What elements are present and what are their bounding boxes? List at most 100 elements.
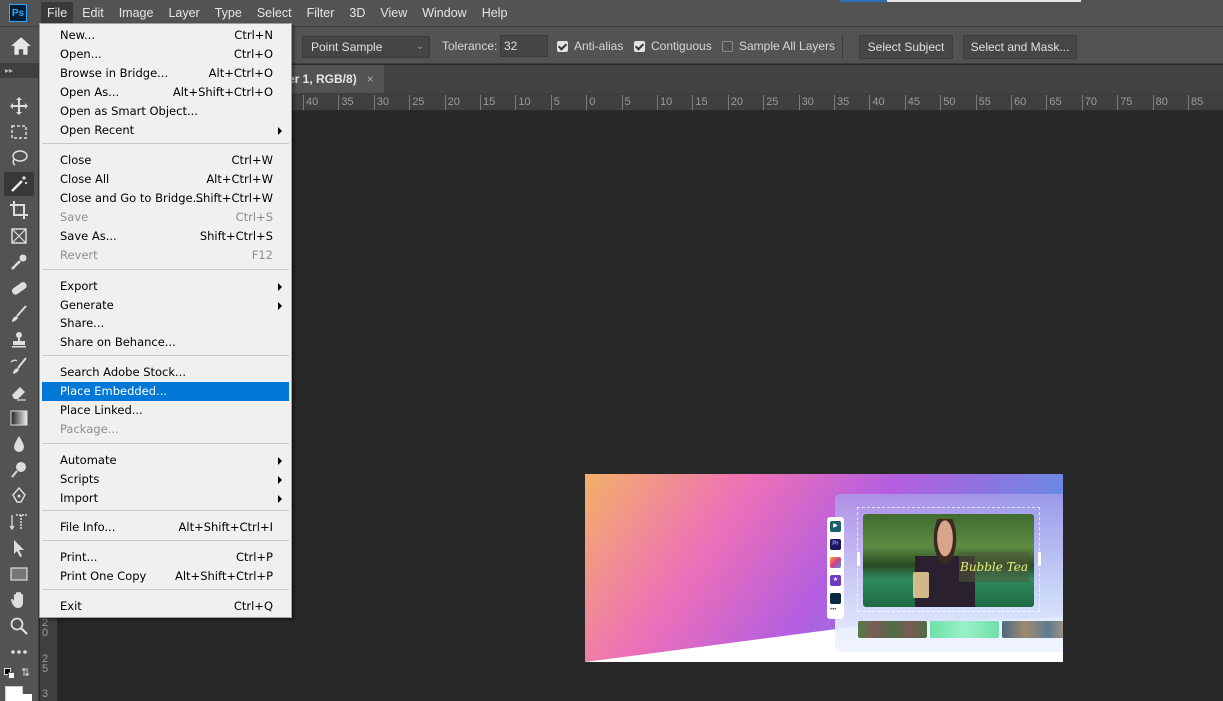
menu-item-open-as[interactable]: Open As... Alt+Shift+Ctrl+O — [42, 83, 289, 102]
default-colors-icon[interactable] — [4, 668, 16, 680]
menu-item-label: Export — [60, 279, 98, 293]
menu-item-scripts[interactable]: Scripts — [42, 470, 289, 489]
path-selection-tool[interactable] — [4, 536, 34, 560]
rectangle-tool[interactable] — [4, 562, 34, 586]
menu-filter[interactable]: Filter — [301, 2, 341, 24]
menu-item-shortcut: Alt+Shift+Ctrl+I — [178, 520, 273, 534]
menu-image[interactable]: Image — [113, 2, 160, 24]
ruler-tick-label: 15 — [692, 95, 708, 110]
eraser-tool[interactable] — [4, 380, 34, 404]
document-tab[interactable]: er 1, RGB/8) × — [288, 65, 384, 93]
menu-item-label: Save — [60, 210, 89, 224]
blur-tool[interactable] — [4, 432, 34, 456]
contiguous-checkbox[interactable] — [634, 41, 645, 52]
zoom-tool[interactable] — [4, 614, 34, 638]
anti-alias-checkbox[interactable] — [557, 41, 568, 52]
submenu-arrow-icon — [278, 495, 282, 503]
menu-item-open-as-smart-object[interactable]: Open as Smart Object... — [42, 102, 289, 121]
menu-separator — [42, 269, 289, 270]
tolerance-input[interactable]: 32 — [500, 35, 548, 57]
sample-size-select[interactable]: Point Sample ⌄ — [302, 36, 430, 58]
menu-item-shortcut: Ctrl+W — [231, 153, 273, 167]
menu-select[interactable]: Select — [251, 2, 298, 24]
expand-panel-icon[interactable]: ▸▸ — [0, 64, 38, 78]
crop-tool[interactable] — [4, 198, 34, 222]
submenu-arrow-icon — [278, 127, 282, 135]
menu-item-print-one-copy[interactable]: Print One Copy Alt+Shift+Ctrl+P — [42, 567, 289, 586]
menu-item-close-all[interactable]: Close All Alt+Ctrl+W — [42, 170, 289, 189]
menu-item-shortcut: Ctrl+P — [235, 550, 273, 564]
menu-item-browse-in-bridge[interactable]: Browse in Bridge... Alt+Ctrl+O — [42, 64, 289, 83]
more-tools[interactable] — [4, 640, 34, 664]
menu-item-generate[interactable]: Generate — [42, 296, 289, 315]
marquee-tool[interactable] — [4, 120, 34, 144]
menu-3d[interactable]: 3D — [343, 2, 371, 24]
frame-tool[interactable] — [4, 224, 34, 248]
menu-item-label: Close and Go to Bridge... — [60, 191, 204, 205]
type-tool[interactable] — [4, 510, 34, 534]
menu-item-new[interactable]: New... Ctrl+N — [42, 26, 289, 45]
swap-colors-icon[interactable]: ⇅ — [21, 666, 30, 679]
menu-item-open[interactable]: Open... Ctrl+O — [42, 45, 289, 64]
menu-item-file-info[interactable]: File Info... Alt+Shift+Ctrl+I — [42, 518, 289, 537]
zoom-magnifier-icon — [10, 617, 28, 635]
chevron-down-icon: ⌄ — [415, 41, 424, 52]
menu-item-place-embedded[interactable]: Place Embedded... — [42, 382, 289, 401]
menu-view[interactable]: View — [374, 2, 413, 24]
brush-tool[interactable] — [4, 302, 34, 326]
close-tab-icon[interactable]: × — [367, 65, 374, 93]
menu-item-close[interactable]: Close Ctrl+W — [42, 151, 289, 170]
vruler-label: 20 — [42, 617, 49, 639]
menu-item-exit[interactable]: Exit Ctrl+Q — [42, 597, 289, 616]
vruler-label: 3 — [42, 688, 49, 700]
photoshop-window: Ps File Edit Image Layer Type Select Fil… — [0, 0, 1223, 701]
move-tool[interactable] — [4, 94, 34, 118]
eyedropper-tool[interactable] — [4, 250, 34, 274]
submenu-arrow-icon — [278, 302, 282, 310]
menu-item-export[interactable]: Export — [42, 277, 289, 296]
menu-item-import[interactable]: Import — [42, 489, 289, 508]
ruler-tick-label: 65 — [1046, 95, 1062, 110]
artwork-timeline-audio — [930, 621, 999, 638]
select-subject-button[interactable]: Select Subject — [859, 35, 953, 59]
vruler-label: 25 — [42, 653, 49, 675]
menu-item-close-and-go-to-bridge[interactable]: Close and Go to Bridge... Shift+Ctrl+W — [42, 189, 289, 208]
menu-file[interactable]: File — [41, 2, 74, 24]
menu-item-share-on-behance[interactable]: Share on Behance... — [42, 333, 289, 352]
menu-item-label: New... — [60, 28, 95, 42]
artwork-timeline-clip — [858, 621, 927, 638]
menu-type[interactable]: Type — [209, 2, 248, 24]
gradient-tool[interactable] — [4, 406, 34, 430]
background-color-swatch[interactable] — [18, 694, 32, 701]
lasso-tool[interactable] — [4, 146, 34, 170]
menu-item-save-as[interactable]: Save As... Shift+Ctrl+S — [42, 227, 289, 246]
file-menu-dropdown: New... Ctrl+N Open... Ctrl+O Browse in Bridg… — [39, 23, 292, 618]
healing-brush-tool[interactable] — [4, 276, 34, 300]
menu-layer[interactable]: Layer — [162, 2, 205, 24]
menu-item-automate[interactable]: Automate — [42, 451, 289, 470]
dodge-tool[interactable] — [4, 458, 34, 482]
magic-wand-icon — [11, 176, 27, 192]
menu-window[interactable]: Window — [416, 2, 472, 24]
pen-tool[interactable] — [4, 484, 34, 508]
menu-item-print[interactable]: Print... Ctrl+P — [42, 548, 289, 567]
menu-item-place-linked[interactable]: Place Linked... — [42, 401, 289, 420]
menu-edit[interactable]: Edit — [76, 2, 110, 24]
menu-item-share[interactable]: Share... — [42, 314, 289, 333]
menu-item-label: Browse in Bridge... — [60, 66, 169, 80]
magic-wand-tool[interactable] — [4, 172, 34, 196]
select-and-mask-button[interactable]: Select and Mask... — [963, 35, 1077, 59]
menu-item-label: Save As... — [60, 229, 117, 243]
sample-all-layers-checkbox[interactable] — [722, 41, 733, 52]
menu-item-search-adobe-stock[interactable]: Search Adobe Stock... — [42, 363, 289, 382]
home-button[interactable] — [10, 35, 32, 57]
menu-help[interactable]: Help — [476, 2, 514, 24]
ruler-tick-label: 30 — [798, 95, 814, 110]
menu-item-label: Close All — [60, 172, 110, 186]
clone-stamp-tool[interactable] — [4, 328, 34, 352]
history-brush-tool[interactable] — [4, 354, 34, 378]
menu-item-open-recent[interactable]: Open Recent — [42, 121, 289, 140]
hand-tool[interactable] — [4, 588, 34, 612]
document-artwork[interactable]: ▶ Pr ★ ••• Bubble Tea — [585, 474, 1063, 662]
crop-icon — [10, 201, 28, 219]
